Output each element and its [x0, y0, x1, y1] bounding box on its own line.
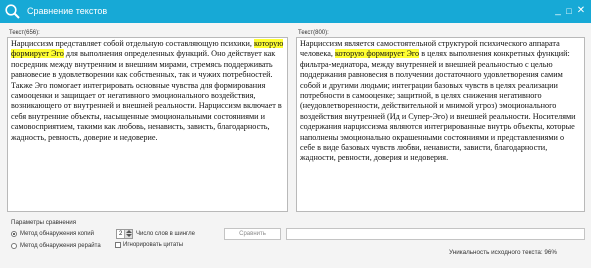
maximize-button[interactable]: □	[564, 4, 574, 18]
radio-copy-indicator[interactable]	[11, 230, 17, 237]
spin-up-icon[interactable]	[126, 230, 132, 233]
compare-button[interactable]: Сравнить	[224, 228, 281, 240]
magnifier-app-icon	[5, 4, 20, 19]
params-title: Параметры сравнения	[11, 219, 77, 226]
close-button[interactable]: ✕	[576, 4, 586, 18]
right-text-label: Текст(800):	[298, 30, 329, 36]
title-bar: Сравнение текстов _ □ ✕	[0, 0, 591, 23]
shingle-spinner[interactable]	[124, 230, 132, 238]
radio-copy-label: Метод обнаружения копий	[20, 230, 94, 237]
right-text-highlight: которую формирует Эго	[334, 49, 420, 59]
radio-method-copy[interactable]: Метод обнаружения копий	[11, 229, 94, 238]
spin-down-icon[interactable]	[126, 234, 132, 237]
ignore-quotes-checkbox[interactable]	[115, 242, 121, 248]
left-text-label: Текст(656):	[9, 30, 40, 36]
left-text-before: Нарциссизм представляет собой отдельную …	[11, 39, 255, 48]
radio-rewrite-indicator[interactable]	[11, 242, 17, 249]
left-text-area[interactable]: Нарциссизм представляет собой отдельную …	[7, 37, 288, 212]
right-text-area[interactable]: Нарциссизм является самостоятельной стру…	[296, 37, 585, 212]
minimize-button[interactable]: _	[553, 4, 563, 18]
right-text-after: в целях выполнения конкретных функций: ф…	[300, 49, 576, 163]
uniqueness-label: Уникальность исходного текста: 96%	[449, 249, 557, 256]
radio-rewrite-label: Метод обнаружения рерайта	[20, 242, 101, 249]
ignore-quotes-label: Игнорировать цитаты	[123, 242, 184, 248]
shingle-label: Число слов в шингле	[136, 231, 195, 237]
result-field	[286, 228, 585, 240]
radio-method-rewrite[interactable]: Метод обнаружения рерайта	[11, 241, 101, 250]
window-title: Сравнение текстов	[27, 6, 108, 16]
left-text-after: для выполнения определенных функций. Оно…	[11, 49, 282, 142]
